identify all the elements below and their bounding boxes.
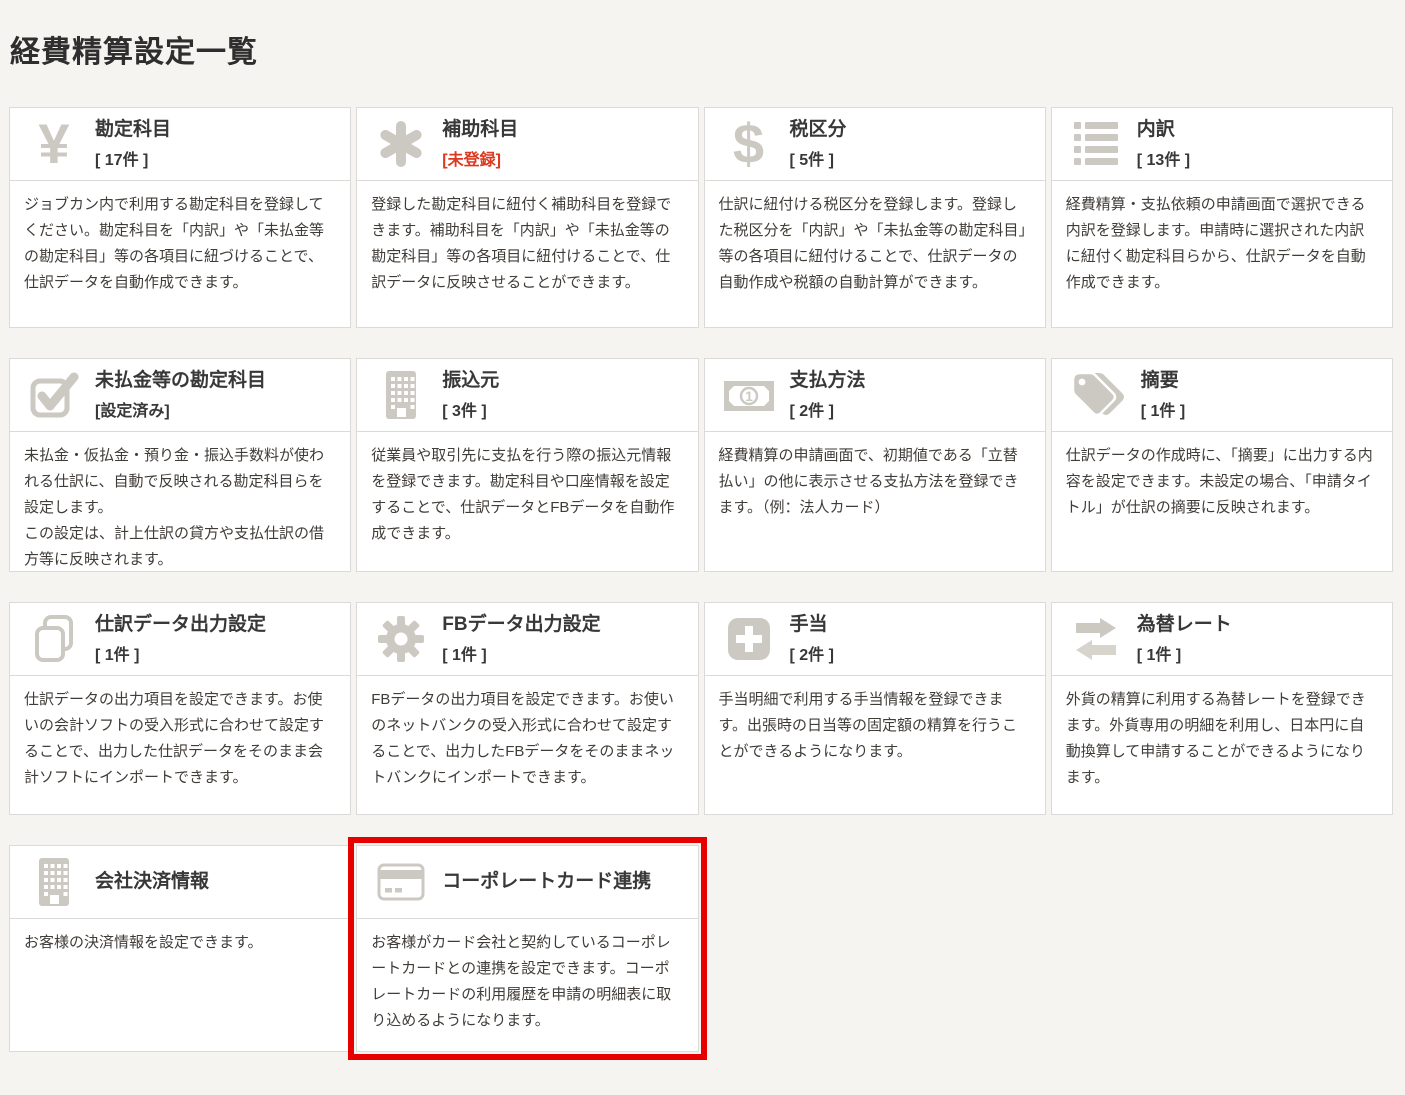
card-count-unregistered: [未登録] — [442, 146, 518, 170]
card-header: 1 支払方法 [ 2件 ] — [705, 359, 1045, 432]
card-description: 外貨の精算に利用する為替レートを登録できます。外貨専用の明細を利用し、日本円に自… — [1052, 676, 1392, 791]
card-header: コーポレートカード連携 — [357, 846, 697, 919]
building-icon — [28, 857, 80, 907]
card-title: 補助科目 — [442, 118, 518, 142]
card-description: 仕訳データの出力項目を設定できます。お使いの会計ソフトの受入形式に合わせて設定す… — [10, 676, 350, 791]
card-description: お客様の決済情報を設定できます。 — [10, 919, 350, 956]
card-description: 仕訳データの作成時に、「摘要」に出力する内容を設定できます。未設定の場合、「申請… — [1052, 432, 1392, 521]
yen-icon: ¥ — [28, 116, 80, 172]
card-title: 支払方法 — [790, 369, 866, 393]
card-count: [ 2件 ] — [790, 641, 834, 665]
card-tax-categories[interactable]: $ 税区分 [ 5件 ] 仕訳に紐付ける税区分を登録します。登録した税区分を「内… — [704, 107, 1046, 328]
card-header: 為替レート [ 1件 ] — [1052, 603, 1392, 676]
card-header: 内訳 [ 13件 ] — [1052, 108, 1392, 181]
copy-pages-icon — [28, 614, 80, 664]
checkbox-check-icon — [28, 371, 80, 419]
card-allowance[interactable]: 手当 [ 2件 ] 手当明細で利用する手当情報を登録できます。出張時の日当等の固… — [704, 602, 1046, 815]
card-journal-data-output[interactable]: 仕訳データ出力設定 [ 1件 ] 仕訳データの出力項目を設定できます。お使いの会… — [9, 602, 351, 815]
asterisk-icon — [375, 120, 427, 168]
card-count: [ 1件 ] — [442, 641, 600, 665]
card-description: 経費精算・支払依頼の申請画面で選択できる内訳を登録します。申請時に選択された内訳… — [1052, 181, 1392, 296]
list-icon — [1070, 120, 1122, 168]
card-transfer-source[interactable]: 振込元 [ 3件 ] 従業員や取引先に支払を行う際の振込元情報を登録できます。勘… — [356, 358, 698, 572]
card-count: [ 2件 ] — [790, 397, 866, 421]
card-header: 未払金等の勘定科目 [設定済み] — [10, 359, 350, 432]
card-description: 未払金・仮払金・預り金・振込手数料が使われる仕訳に、自動で反映される勘定科目らを… — [10, 432, 350, 572]
svg-text:1: 1 — [745, 388, 753, 404]
card-count: [ 3件 ] — [442, 397, 499, 421]
plus-icon — [723, 615, 775, 663]
dollar-icon: $ — [723, 116, 775, 172]
card-title: コーポレートカード連携 — [442, 870, 651, 894]
exchange-arrows-icon — [1070, 615, 1122, 663]
card-description: お客様がカード会社と契約しているコーポレートカードとの連携を設定できます。コーポ… — [357, 919, 697, 1034]
card-header: 仕訳データ出力設定 [ 1件 ] — [10, 603, 350, 676]
card-sub-accounts[interactable]: 補助科目 [未登録] 登録した勘定科目に紐付く補助科目を登録できます。補助科目を… — [356, 107, 698, 328]
card-header: FBデータ出力設定 [ 1件 ] — [357, 603, 697, 676]
card-corporate-card-link[interactable]: コーポレートカード連携 お客様がカード会社と契約しているコーポレートカードとの連… — [356, 845, 698, 1052]
card-description: 手当明細で利用する手当情報を登録できます。出張時の日当等の固定額の精算を行うこと… — [705, 676, 1045, 765]
card-title: 勘定科目 — [95, 118, 171, 142]
card-description: 従業員や取引先に支払を行う際の振込元情報を登録できます。勘定科目や口座情報を設定… — [357, 432, 697, 547]
card-summary[interactable]: 摘要 [ 1件 ] 仕訳データの作成時に、「摘要」に出力する内容を設定できます。… — [1051, 358, 1393, 572]
card-count: [ 1件 ] — [1141, 397, 1185, 421]
card-title: 振込元 — [442, 369, 499, 393]
card-count-configured: [設定済み] — [95, 397, 266, 421]
card-header: 摘要 [ 1件 ] — [1052, 359, 1392, 432]
card-count: [ 1件 ] — [1137, 641, 1232, 665]
card-payment-methods[interactable]: 1 支払方法 [ 2件 ] 経費精算の申請画面で、初期値である「立替払い」の他に… — [704, 358, 1046, 572]
card-count: [ 5件 ] — [790, 146, 847, 170]
page-title: 経費精算設定一覧 — [10, 27, 1405, 71]
credit-card-icon — [375, 858, 427, 906]
card-title: 為替レート — [1137, 613, 1232, 637]
card-title: 税区分 — [790, 118, 847, 142]
card-title: 会社決済情報 — [95, 870, 209, 894]
card-company-payment-info[interactable]: 会社決済情報 お客様の決済情報を設定できます。 — [9, 845, 351, 1052]
banknote-icon: 1 — [723, 371, 775, 419]
card-accrued-account-titles[interactable]: 未払金等の勘定科目 [設定済み] 未払金・仮払金・預り金・振込手数料が使われる仕… — [9, 358, 351, 572]
card-fb-data-output[interactable]: FBデータ出力設定 [ 1件 ] FBデータの出力項目を設定できます。お使いのネ… — [356, 602, 698, 815]
card-description: 登録した勘定科目に紐付く補助科目を登録できます。補助科目を「内訳」や「未払金等の… — [357, 181, 697, 296]
card-account-titles[interactable]: ¥ 勘定科目 [ 17件 ] ジョブカン内で利用する勘定科目を登録してください。… — [9, 107, 351, 328]
card-exchange-rate[interactable]: 為替レート [ 1件 ] 外貨の精算に利用する為替レートを登録できます。外貨専用… — [1051, 602, 1393, 815]
card-header: 振込元 [ 3件 ] — [357, 359, 697, 432]
card-title: 手当 — [790, 613, 834, 637]
card-description: ジョブカン内で利用する勘定科目を登録してください。勘定科目を「内訳」や「未払金等… — [10, 181, 350, 296]
card-header: 補助科目 [未登録] — [357, 108, 697, 181]
card-title: FBデータ出力設定 — [442, 613, 600, 637]
card-description: 仕訳に紐付ける税区分を登録します。登録した税区分を「内訳」や「未払金等の勘定科目… — [705, 181, 1045, 296]
card-title: 仕訳データ出力設定 — [95, 613, 266, 637]
card-description: FBデータの出力項目を設定できます。お使いのネットバンクの受入形式に合わせて設定… — [357, 676, 697, 791]
card-description: 経費精算の申請画面で、初期値である「立替払い」の他に表示させる支払方法を登録でき… — [705, 432, 1045, 521]
tags-icon — [1070, 370, 1126, 420]
card-count: [ 17件 ] — [95, 146, 171, 170]
card-header: ¥ 勘定科目 [ 17件 ] — [10, 108, 350, 181]
settings-card-grid: ¥ 勘定科目 [ 17件 ] ジョブカン内で利用する勘定科目を登録してください。… — [9, 107, 1393, 1052]
gear-icon — [375, 615, 427, 663]
card-breakdowns[interactable]: 内訳 [ 13件 ] 経費精算・支払依頼の申請画面で選択できる内訳を登録します。… — [1051, 107, 1393, 328]
card-title: 未払金等の勘定科目 — [95, 369, 266, 393]
card-title: 内訳 — [1137, 118, 1190, 142]
card-header: $ 税区分 [ 5件 ] — [705, 108, 1045, 181]
card-count: [ 13件 ] — [1137, 146, 1190, 170]
card-header: 手当 [ 2件 ] — [705, 603, 1045, 676]
card-header: 会社決済情報 — [10, 846, 350, 919]
card-count: [ 1件 ] — [95, 641, 266, 665]
building-icon — [375, 370, 427, 420]
card-title: 摘要 — [1141, 369, 1185, 393]
